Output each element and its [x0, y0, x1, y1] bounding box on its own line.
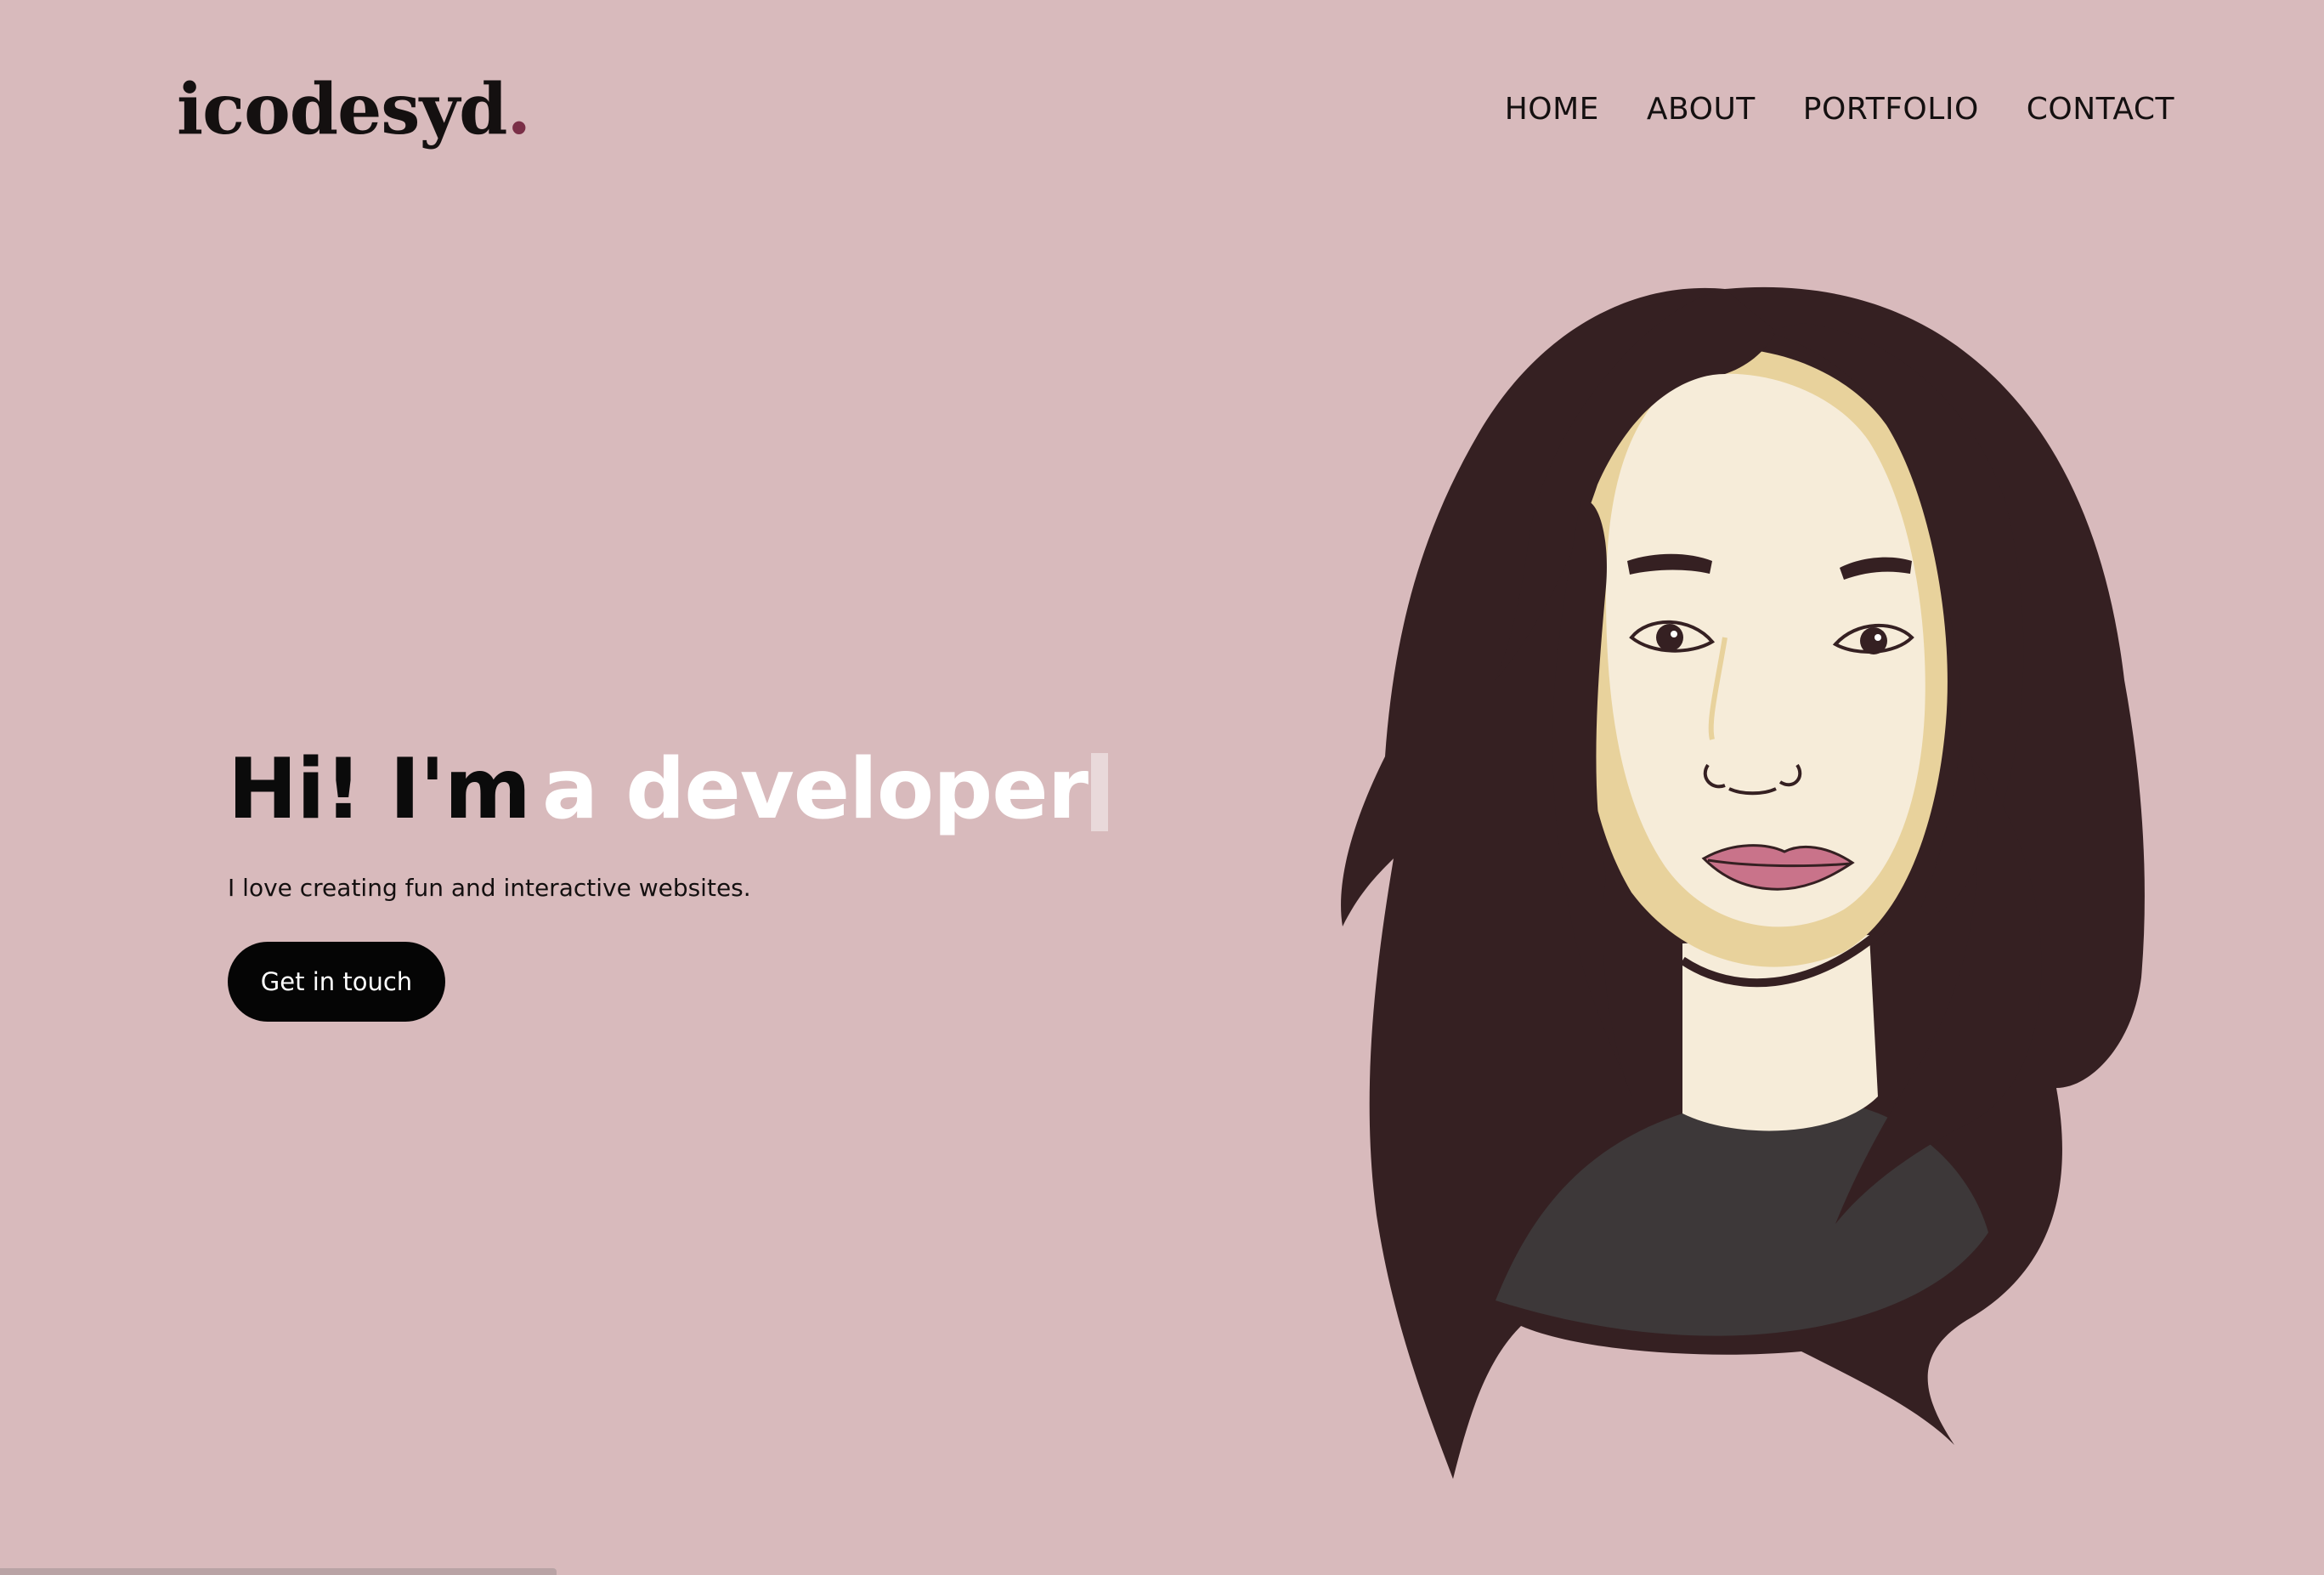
- nav-item-contact[interactable]: CONTACT: [2027, 92, 2174, 127]
- hero-title: Hi! I'm a developer: [228, 744, 1109, 836]
- nav-item-portfolio[interactable]: PORTFOLIO: [1803, 92, 1979, 127]
- nav-item-about[interactable]: ABOUT: [1647, 92, 1756, 127]
- main-nav: HOME ABOUT PORTFOLIO CONTACT: [1505, 92, 2174, 127]
- nav-item-home[interactable]: HOME: [1505, 92, 1599, 127]
- portrait-illustration: [1341, 286, 2145, 1480]
- hero-title-static: Hi! I'm: [228, 741, 531, 838]
- brand-name: icodesyd: [177, 69, 507, 150]
- brand-logo[interactable]: icodesyd.: [177, 75, 531, 144]
- get-in-touch-button[interactable]: Get in touch: [228, 942, 445, 1022]
- brand-dot: .: [506, 69, 531, 150]
- hero-title-typed: a developer: [542, 741, 1088, 838]
- typing-cursor: [1091, 753, 1109, 831]
- hero-tagline: I love creating fun and interactive webs…: [228, 874, 751, 902]
- horizontal-scrollbar[interactable]: [0, 1568, 557, 1575]
